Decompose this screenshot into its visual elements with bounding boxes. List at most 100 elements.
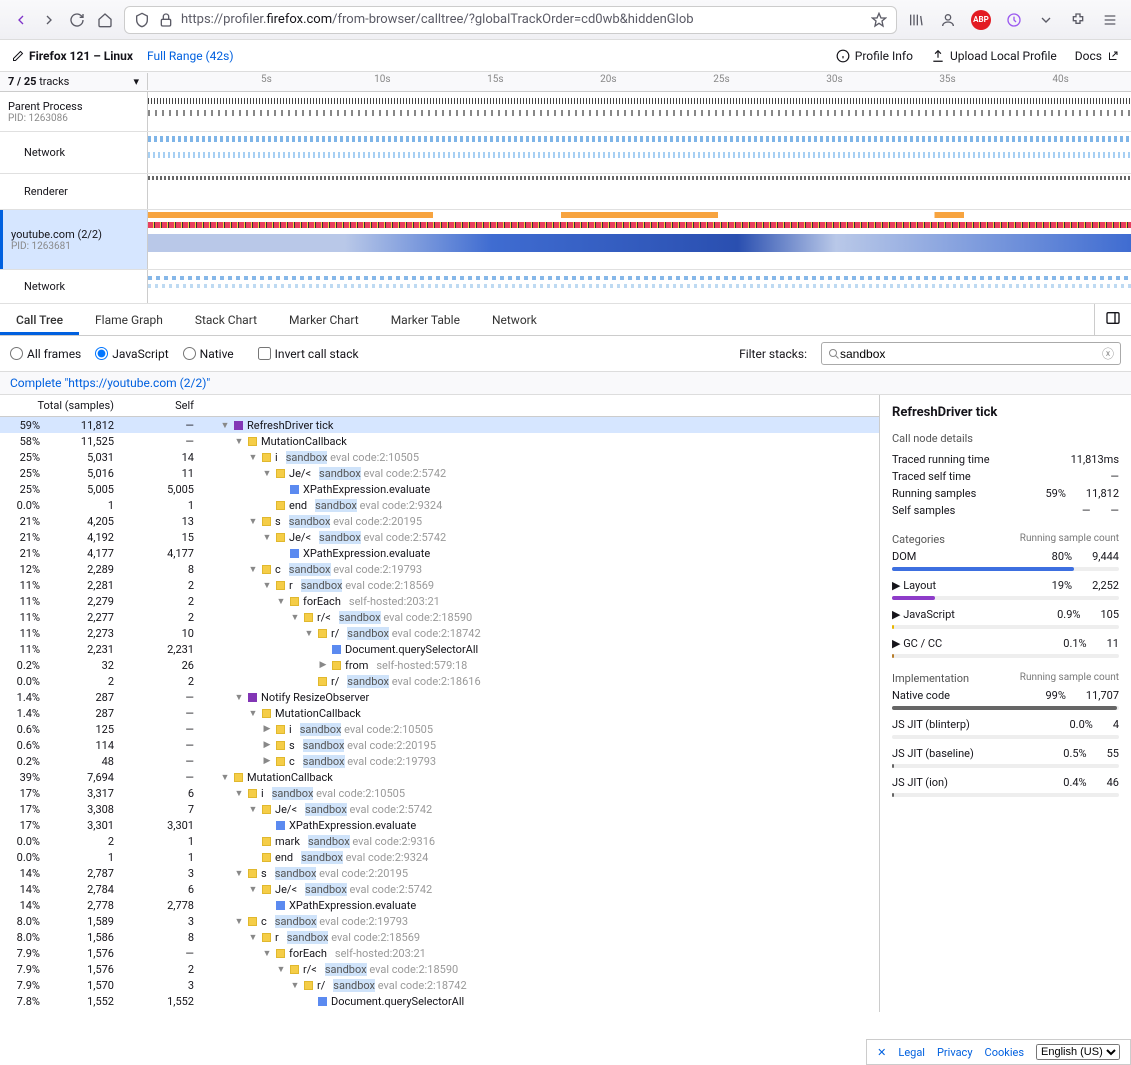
track[interactable]: Network [0,270,1131,304]
tree-row[interactable]: 25%5,0055,005XPathExpression.evaluate [0,481,879,497]
tree-row[interactable]: 17%3,3176▼isandbox eval code:2:10505 [0,785,879,801]
tracks-selector[interactable]: 7 / 25 tracks ▾ [0,73,148,90]
account-icon[interactable] [939,11,957,29]
tree-row[interactable]: 0.0%11endsandbox eval code:2:9324 [0,849,879,865]
expand-arrow[interactable]: ▶ [262,740,272,750]
category-row[interactable]: ▶ JavaScript0.9%105 [892,604,1119,629]
tree-row[interactable]: 0.0%21marksandbox eval code:2:9316 [0,833,879,849]
track-label[interactable]: youtube.com (2/2)PID: 1263681 [0,210,148,269]
extensions-icon[interactable] [1069,11,1087,29]
range-link[interactable]: Full Range (42s) [147,49,234,63]
tree-row[interactable]: 7.9%1,576—▼forEachself-hosted:203:21 [0,945,879,961]
expand-arrow[interactable]: ▶ [262,724,272,734]
upload-button[interactable]: Upload Local Profile [931,49,1057,63]
tree-body[interactable]: 59%11,812—▼RefreshDriver tick58%11,525—▼… [0,417,879,1012]
tree-row[interactable]: 11%2,2812▼rsandbox eval code:2:18569 [0,577,879,593]
expand-arrow[interactable]: ▼ [248,516,258,527]
radio-all-frames[interactable]: All frames [10,347,81,361]
tree-row[interactable]: 11%2,2772▼r/<sandbox eval code:2:18590 [0,609,879,625]
track[interactable]: Renderer [0,174,1131,210]
tab-marker-chart[interactable]: Marker Chart [273,305,375,335]
tree-row[interactable]: 14%2,7782,778XPathExpression.evaluate [0,897,879,913]
expand-arrow[interactable]: ▼ [248,708,258,719]
track-label[interactable]: Renderer [0,174,148,209]
tree-row[interactable]: 11%2,2792▼forEachself-hosted:203:21 [0,593,879,609]
track-visualization[interactable] [148,270,1131,303]
expand-arrow[interactable]: ▼ [234,868,244,879]
filter-input[interactable] [840,347,1102,361]
tab-call-tree[interactable]: Call Tree [0,305,79,335]
tab-network[interactable]: Network [476,305,553,335]
tree-row[interactable]: 21%4,19215▼Je/<sandbox eval code:2:5742 [0,529,879,545]
track-label[interactable]: Parent ProcessPID: 1263086 [0,92,148,131]
track[interactable]: youtube.com (2/2)PID: 1263681 [0,210,1131,270]
expand-arrow[interactable]: ▼ [262,580,272,591]
tree-row[interactable]: 0.0%22r/sandbox eval code:2:18616 [0,673,879,689]
tree-row[interactable]: 21%4,1774,177XPathExpression.evaluate [0,545,879,561]
home-icon[interactable] [96,11,114,29]
track-label[interactable]: Network [0,132,148,173]
tree-row[interactable]: 25%5,01611▼Je/<sandbox eval code:2:5742 [0,465,879,481]
track-visualization[interactable] [148,174,1131,209]
category-row[interactable]: ▶ Layout19%2,252 [892,575,1119,600]
expand-arrow[interactable]: ▼ [248,564,258,575]
footer-privacy[interactable]: Privacy [937,1046,973,1059]
library-icon[interactable] [907,11,925,29]
col-total[interactable]: Total (samples) [0,399,120,412]
tab-stack-chart[interactable]: Stack Chart [179,305,273,335]
tree-row[interactable]: 0.6%114—▶ssandbox eval code:2:20195 [0,737,879,753]
tree-row[interactable]: 59%11,812—▼RefreshDriver tick [0,417,879,433]
tree-row[interactable]: 1.4%287—▼Notify ResizeObserver [0,689,879,705]
back-icon[interactable] [12,11,30,29]
profile-info-button[interactable]: Profile Info [836,49,913,63]
footer-cookies[interactable]: Cookies [985,1046,1024,1059]
tree-row[interactable]: 0.6%125—▶isandbox eval code:2:10505 [0,721,879,737]
tree-row[interactable]: 58%11,525—▼MutationCallback [0,433,879,449]
track-visualization[interactable] [148,92,1131,131]
tab-flame-graph[interactable]: Flame Graph [79,305,179,335]
docs-link[interactable]: Docs [1075,49,1119,63]
tree-row[interactable]: 14%2,7846▼Je/<sandbox eval code:2:5742 [0,881,879,897]
category-row[interactable]: DOM80%9,444 [892,546,1119,571]
tree-row[interactable]: 0.1%1512▶fromself-hosted:579:18 [0,1009,879,1012]
footer-legal[interactable]: Legal [898,1046,925,1059]
language-select[interactable]: English (US) [1036,1044,1120,1060]
track[interactable]: Parent ProcessPID: 1263086 [0,92,1131,132]
track-visualization[interactable] [148,210,1131,269]
expand-arrow[interactable]: ▼ [304,628,314,639]
chevron-down-icon[interactable] [1037,11,1055,29]
tree-row[interactable]: 12%2,2898▼csandbox eval code:2:19793 [0,561,879,577]
expand-arrow[interactable]: ▼ [220,772,230,783]
timeline-ruler[interactable]: 5s10s15s20s25s30s35s40s [148,72,1131,91]
tree-row[interactable]: 14%2,7873▼ssandbox eval code:2:20195 [0,865,879,881]
tree-row[interactable]: 0.2%48—▶csandbox eval code:2:19793 [0,753,879,769]
expand-arrow[interactable]: ▼ [234,916,244,927]
tree-row[interactable]: 17%3,3013,301XPathExpression.evaluate [0,817,879,833]
expand-arrow[interactable]: ▼ [276,964,286,975]
footer-close[interactable]: ✕ [877,1046,886,1059]
tree-row[interactable]: 8.0%1,5893▼csandbox eval code:2:19793 [0,913,879,929]
invert-checkbox[interactable]: Invert call stack [258,347,359,361]
abp-icon[interactable]: ABP [971,10,991,30]
track-label[interactable]: Network [0,270,148,303]
tree-row[interactable]: 11%2,27310▼r/sandbox eval code:2:18742 [0,625,879,641]
url-bar[interactable]: https://profiler.firefox.com/from-browse… [124,6,897,34]
expand-arrow[interactable]: ▼ [290,980,300,991]
tree-row[interactable]: 8.0%1,5868▼rsandbox eval code:2:18569 [0,929,879,945]
expand-arrow[interactable]: ▶ [318,660,328,670]
expand-arrow[interactable]: ▼ [248,884,258,895]
category-row[interactable]: ▶ GC / CC0.1%11 [892,633,1119,658]
tree-row[interactable]: 0.2%3226▶fromself-hosted:579:18 [0,657,879,673]
profiler-icon[interactable] [1005,11,1023,29]
tree-row[interactable]: 25%5,03114▼isandbox eval code:2:10505 [0,449,879,465]
tree-row[interactable]: 17%3,3087▼Je/<sandbox eval code:2:5742 [0,801,879,817]
radio-javascript[interactable]: JavaScript [95,347,168,361]
complete-path[interactable]: Complete "https://youtube.com (2/2)" [0,372,1131,395]
track[interactable]: Network [0,132,1131,174]
expand-arrow[interactable]: ▼ [248,932,258,943]
menu-icon[interactable] [1101,11,1119,29]
expand-arrow[interactable]: ▼ [220,420,230,431]
tree-row[interactable]: 7.9%1,5762▼r/<sandbox eval code:2:18590 [0,961,879,977]
track-visualization[interactable] [148,132,1131,173]
expand-arrow[interactable]: ▼ [234,692,244,703]
